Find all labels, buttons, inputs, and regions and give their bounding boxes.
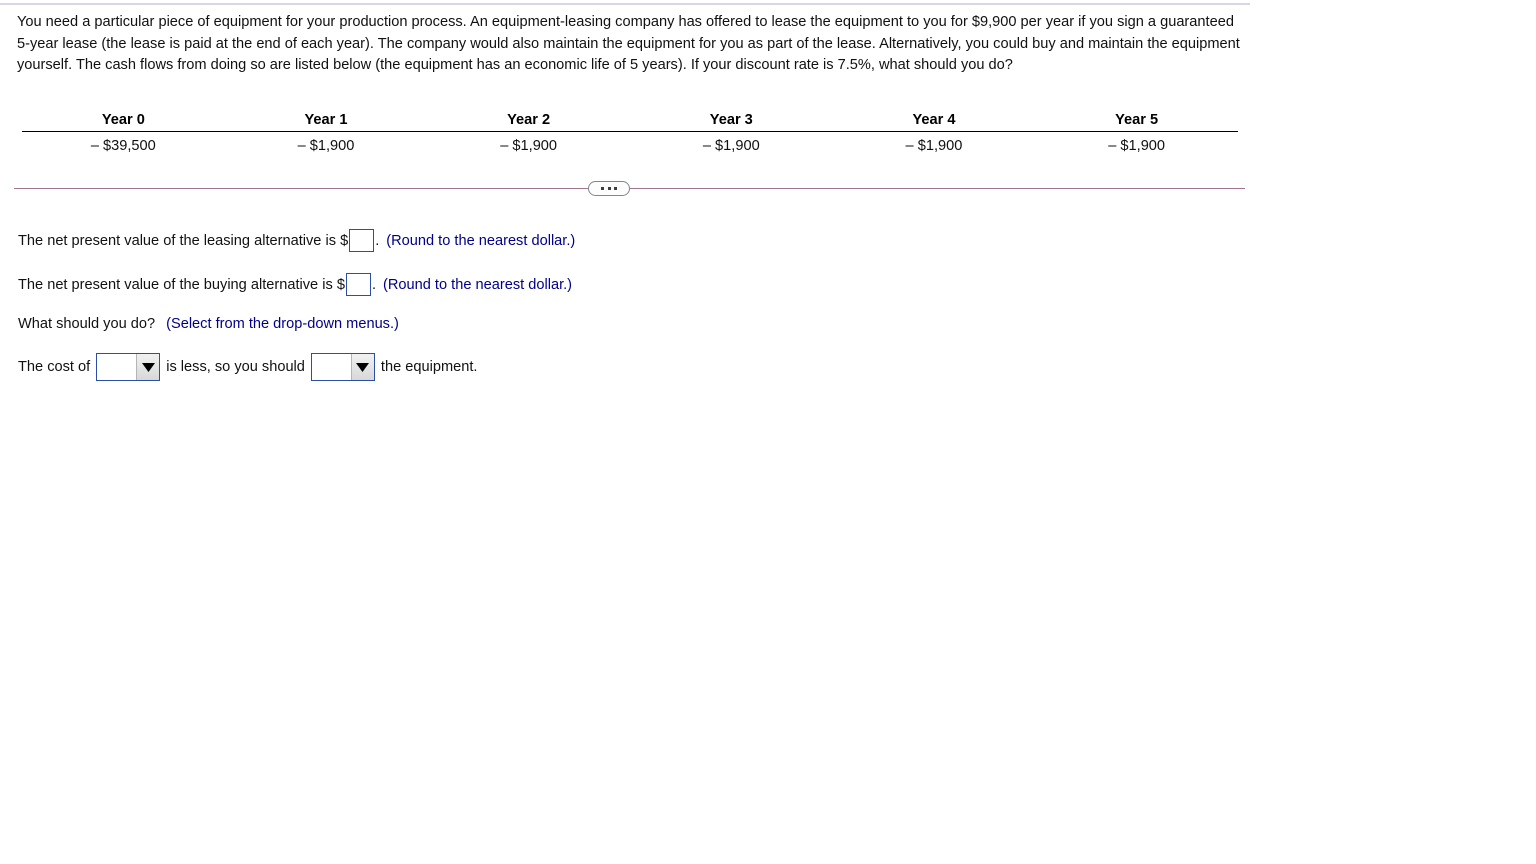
- exercise-page: You need a particular piece of equipment…: [0, 0, 1536, 864]
- cash-flow-table: Year 0 Year 1 Year 2 Year 3 Year 4 Year …: [22, 112, 1238, 156]
- table-header-year-1: Year 1: [224, 112, 428, 132]
- npv-leasing-period: .: [375, 232, 380, 249]
- table-header-year-4: Year 4: [832, 112, 1036, 132]
- table-header-year-0: Year 0: [22, 112, 225, 132]
- npv-leasing-label: The net present value of the leasing alt…: [18, 232, 349, 249]
- cost-of-dropdown-value: [97, 354, 137, 380]
- section-divider: [14, 181, 1245, 197]
- table-cell-year-5: – $1,900: [1108, 138, 1166, 154]
- decision-suffix-label: the equipment.: [380, 359, 478, 375]
- npv-leasing-hint: (Round to the nearest dollar.): [386, 232, 576, 249]
- npv-buying-hint: (Round to the nearest dollar.): [383, 276, 573, 293]
- ellipsis-expand-icon[interactable]: [588, 181, 630, 196]
- table-header-year-3: Year 3: [629, 112, 833, 132]
- npv-leasing-line: The net present value of the leasing alt…: [18, 229, 575, 252]
- action-dropdown[interactable]: [310, 353, 375, 381]
- decision-sentence-line: The cost of is less, so you should the e…: [18, 353, 477, 381]
- chevron-down-icon[interactable]: [350, 354, 374, 380]
- table-row: – $39,500 – $1,900 – $1,900 – $1,900 – $…: [22, 132, 1238, 157]
- npv-leasing-input[interactable]: [349, 229, 375, 252]
- dot-1-icon: [601, 187, 604, 190]
- table-cell-year-3: – $1,900: [702, 138, 760, 154]
- question-text: You need a particular piece of equipment…: [17, 14, 1240, 73]
- npv-buying-input[interactable]: [345, 273, 371, 296]
- table-cell-year-2: – $1,900: [500, 138, 558, 154]
- npv-buying-label: The net present value of the buying alte…: [18, 276, 345, 293]
- dot-3-icon: [614, 187, 617, 190]
- what-should-you-do-prompt: What should you do?: [18, 316, 156, 332]
- table-cell-year-4: – $1,900: [905, 138, 963, 154]
- cost-of-dropdown[interactable]: [96, 353, 161, 381]
- decision-middle-label: is less, so you should: [166, 359, 305, 375]
- table-cell-year-0: – $39,500: [90, 138, 156, 154]
- what-should-you-do-line: What should you do? (Select from the dro…: [18, 314, 399, 334]
- chevron-down-icon[interactable]: [136, 354, 160, 380]
- table-cell-year-1: – $1,900: [297, 138, 355, 154]
- table-header-row: Year 0 Year 1 Year 2 Year 3 Year 4 Year …: [22, 112, 1238, 132]
- action-dropdown-value: [311, 354, 351, 380]
- table-header-year-2: Year 2: [427, 112, 630, 132]
- dot-2-icon: [607, 187, 611, 190]
- table-header-year-5: Year 5: [1035, 112, 1238, 132]
- page-top-divider: [0, 3, 1250, 5]
- npv-buying-period: .: [371, 276, 377, 293]
- decision-prefix-label: The cost of: [18, 359, 91, 375]
- select-dropdown-hint: (Select from the drop-down menus.): [166, 316, 399, 332]
- npv-buying-line: The net present value of the buying alte…: [18, 273, 572, 296]
